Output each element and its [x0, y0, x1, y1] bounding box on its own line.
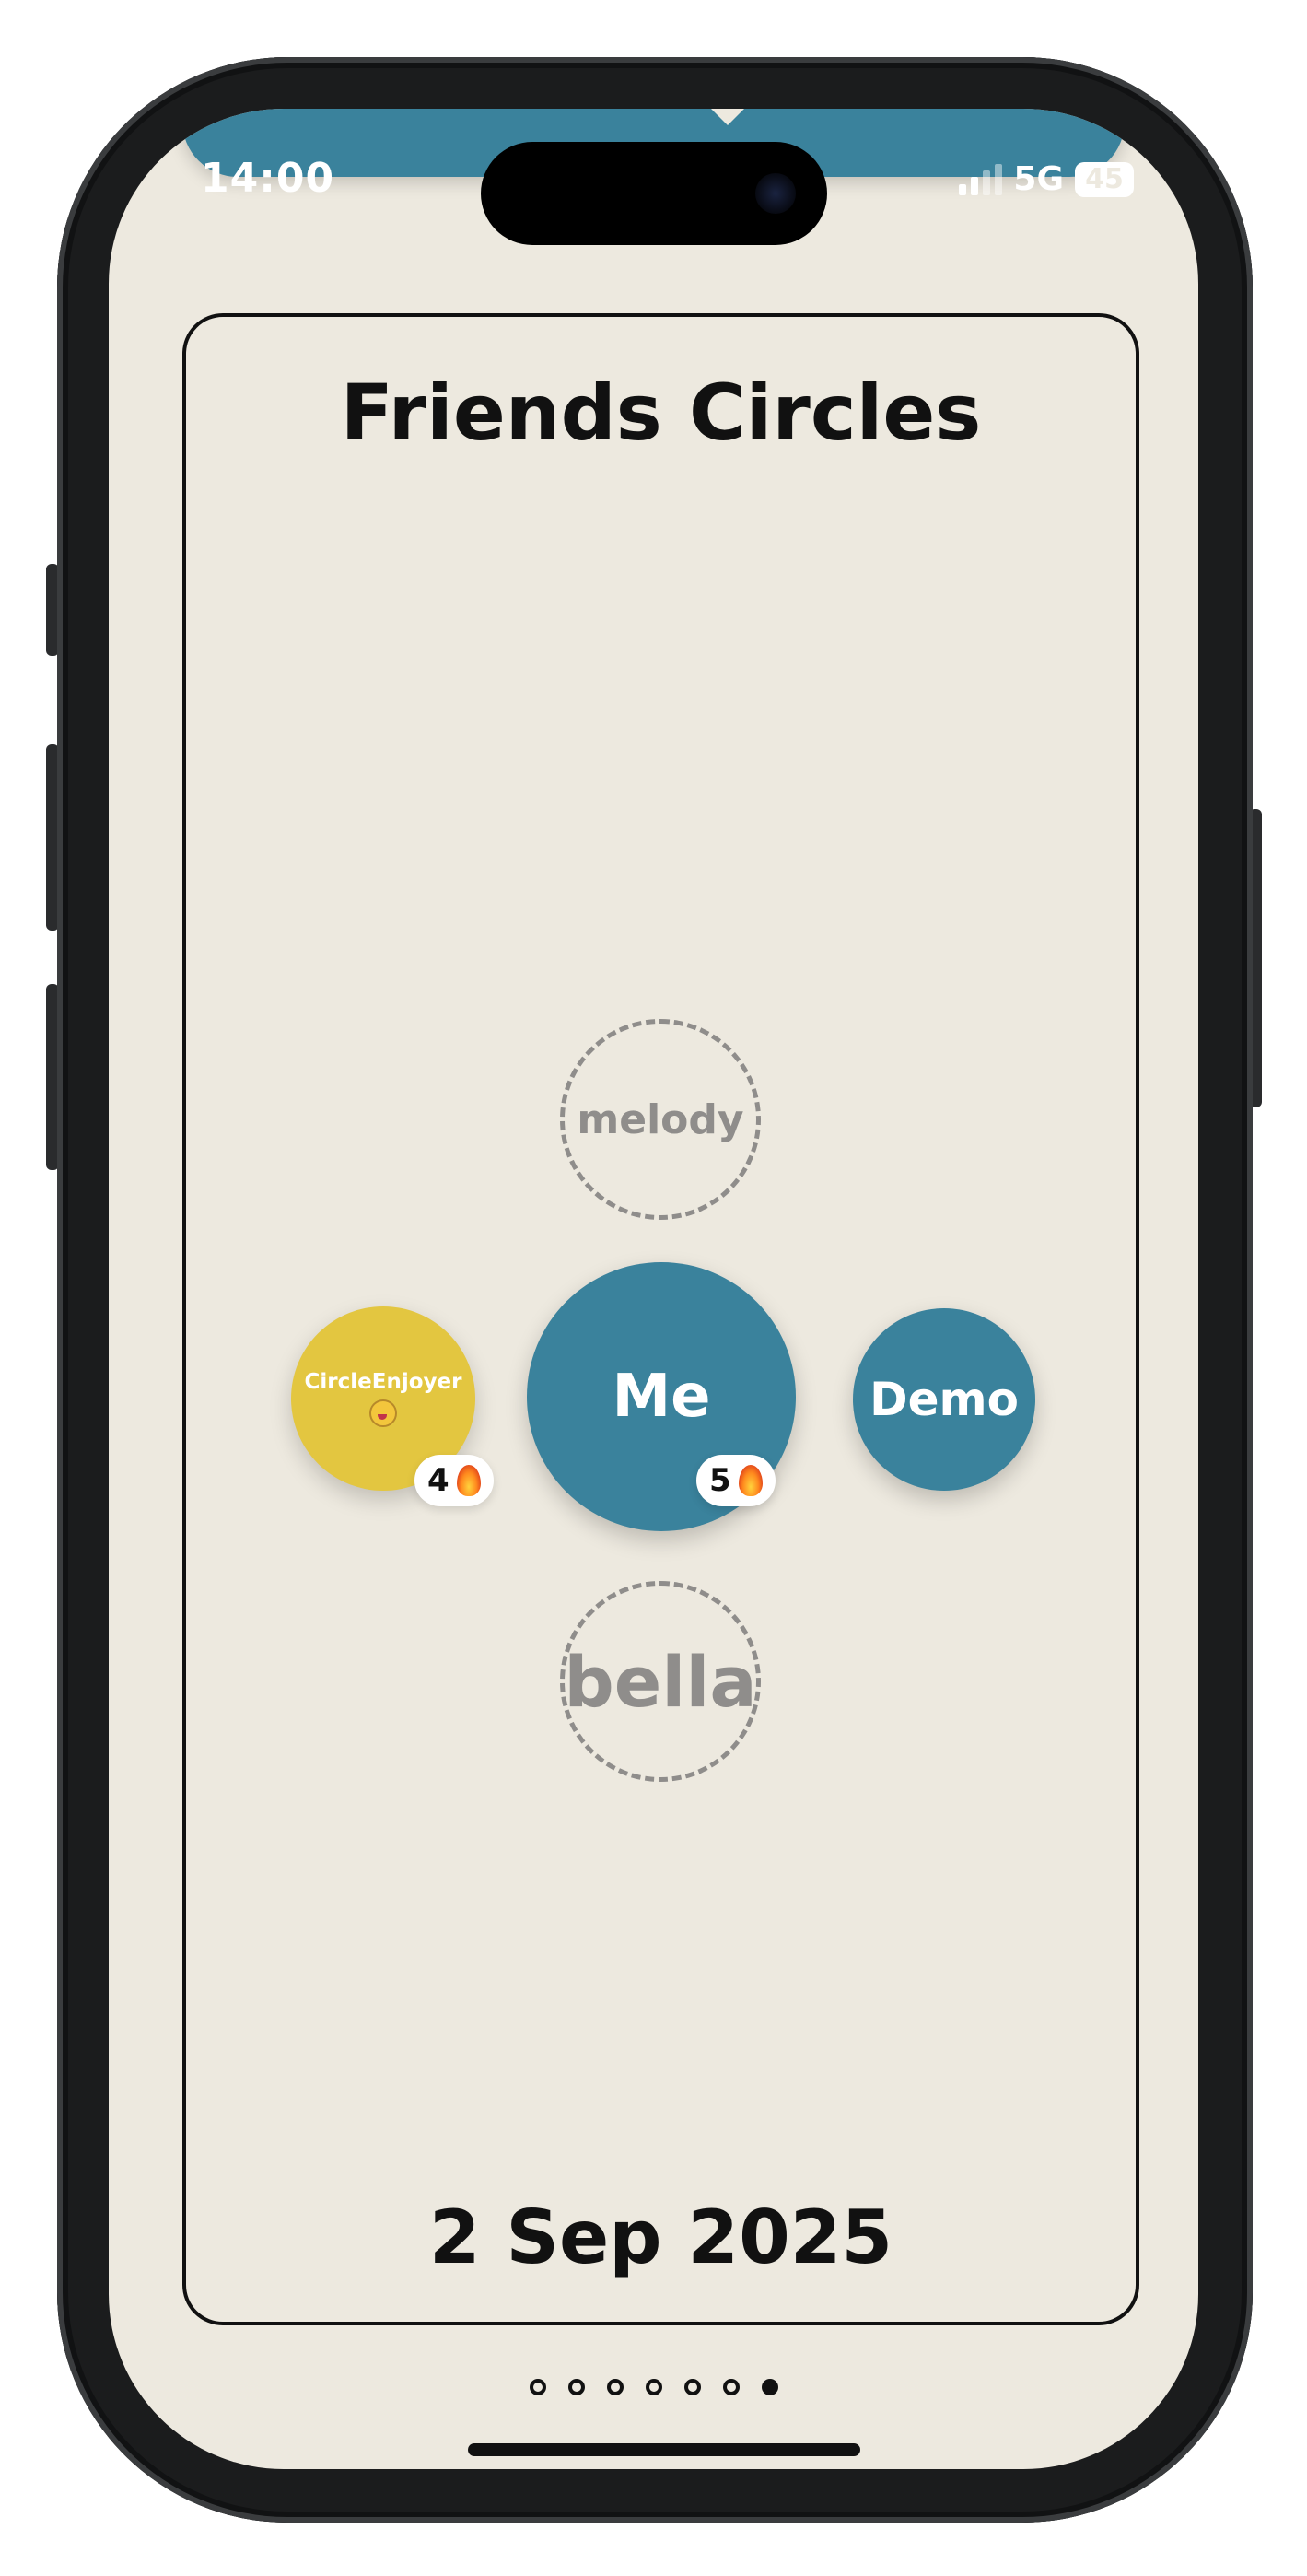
page-dot[interactable] — [529, 2379, 546, 2395]
status-time: 14:00 — [201, 155, 335, 202]
me-label: Me — [612, 1363, 711, 1431]
friend-name: bella — [564, 1640, 757, 1723]
page-dot[interactable] — [606, 2379, 624, 2395]
signal-icon — [959, 163, 1003, 195]
fire-icon — [738, 1465, 763, 1496]
friend-name: CircleEnjoyer — [304, 1370, 462, 1394]
friends-circles-card: Friends Circles melody CircleEnjoyer 4 M… — [182, 313, 1139, 2325]
friend-circle-melody[interactable]: melody — [560, 1019, 761, 1220]
banner-caret-icon — [711, 109, 744, 125]
home-indicator[interactable] — [468, 2443, 860, 2456]
page-dot[interactable] — [567, 2379, 585, 2395]
friend-name: Demo — [869, 1373, 1019, 1426]
fire-icon — [456, 1465, 481, 1496]
page-title: Friends Circles — [340, 368, 982, 458]
card-date: 2 Sep 2025 — [428, 2195, 893, 2280]
status-indicators: 5G 45 — [959, 160, 1134, 198]
friend-circle-bella[interactable]: bella — [560, 1581, 761, 1782]
camera-icon — [755, 173, 796, 214]
friend-name: melody — [577, 1095, 744, 1143]
zany-face-icon — [369, 1399, 397, 1427]
streak-count: 5 — [709, 1462, 731, 1499]
page-dot[interactable] — [683, 2379, 701, 2395]
screen: 14:00 5G 45 Friends Circles melody Circl… — [109, 109, 1198, 2469]
page-dot[interactable] — [645, 2379, 662, 2395]
battery-icon: 45 — [1075, 161, 1134, 197]
dynamic-island — [481, 142, 827, 245]
page-dot[interactable] — [722, 2379, 740, 2395]
page-dot-active[interactable] — [761, 2379, 778, 2395]
streak-badge-me: 5 — [696, 1455, 776, 1506]
streak-count: 4 — [427, 1462, 449, 1499]
network-label: 5G — [1013, 160, 1064, 198]
friend-circle-demo[interactable]: Demo — [853, 1308, 1035, 1491]
streak-badge-circleenjoyer: 4 — [414, 1455, 494, 1506]
page-indicator[interactable] — [109, 2379, 1198, 2395]
